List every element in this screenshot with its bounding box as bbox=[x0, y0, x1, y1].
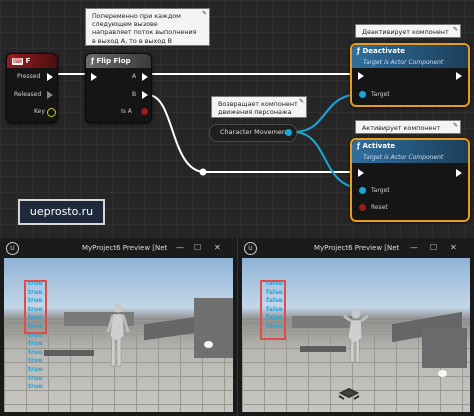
pin-label-is-a: Is A bbox=[121, 108, 132, 115]
comment-activate[interactable]: ✎ Активирует компонент bbox=[355, 120, 461, 134]
debug-line: true bbox=[28, 340, 43, 348]
debug-line: true bbox=[28, 357, 43, 365]
reroute-node bbox=[199, 168, 207, 176]
close-icon[interactable]: ✕ bbox=[450, 238, 457, 258]
deactivate-title: Deactivate bbox=[362, 47, 406, 55]
window-title: MyProject6 Preview [Net bbox=[82, 244, 168, 252]
pin-label-key: Key bbox=[34, 108, 45, 115]
comment-icon: ✎ bbox=[298, 98, 304, 105]
watermark-logo: ueprosto.ru bbox=[18, 199, 105, 225]
character-shadow bbox=[338, 387, 360, 400]
comment-line: движения персонажа bbox=[218, 108, 292, 117]
node-header: ⌨ F bbox=[7, 54, 57, 68]
activate-target-pin[interactable] bbox=[359, 187, 366, 194]
pressed-exec-pin[interactable] bbox=[47, 73, 53, 81]
comment-line: Возвращает компонент bbox=[218, 100, 298, 108]
step-block bbox=[300, 346, 346, 352]
flipflop-node[interactable]: ƒ Flip Flop A B Is A bbox=[85, 53, 152, 123]
activate-reset-pin[interactable] bbox=[359, 204, 366, 211]
unreal-logo-icon: U bbox=[6, 242, 19, 255]
released-exec-pin[interactable] bbox=[47, 91, 53, 99]
step-block bbox=[44, 350, 94, 356]
comment-line: следующем вызове bbox=[92, 20, 158, 29]
sphere-object bbox=[204, 341, 213, 348]
pin-label-released: Released bbox=[14, 91, 42, 98]
key-event-node[interactable]: ⌨ F Pressed Released Key bbox=[6, 53, 58, 123]
pin-label-b: B bbox=[132, 91, 137, 98]
deactivate-target-pin[interactable] bbox=[359, 91, 366, 98]
flipflop-title: Flip Flop bbox=[96, 57, 131, 65]
window-titlebar[interactable]: U MyProject6 Preview [Net — ☐ ✕ bbox=[238, 238, 474, 258]
comment-character-movement[interactable]: ✎ Возвращает компонент движения персонаж… bbox=[211, 96, 307, 118]
pin-label-reset: Reset bbox=[371, 204, 388, 211]
deactivate-exec-out-pin[interactable] bbox=[456, 72, 462, 80]
keyboard-icon: ⌨ bbox=[12, 58, 23, 65]
debug-line: true bbox=[28, 365, 43, 373]
flipflop-a-pin[interactable] bbox=[142, 73, 148, 81]
window-title: MyProject6 Preview [Net bbox=[314, 244, 400, 252]
comment-icon: ✎ bbox=[452, 26, 458, 33]
unreal-logo-icon: U bbox=[244, 242, 257, 255]
character-movement-label: Character Movement bbox=[220, 128, 289, 136]
debug-line: true bbox=[28, 374, 43, 382]
minimize-icon[interactable]: — bbox=[410, 238, 418, 258]
flipflop-exec-in-pin[interactable] bbox=[91, 73, 97, 81]
close-icon[interactable]: ✕ bbox=[214, 238, 221, 258]
deactivate-subtitle: Target is Actor Component bbox=[363, 59, 444, 66]
pin-label-target: Target bbox=[371, 91, 390, 98]
flipflop-b-pin[interactable] bbox=[142, 91, 148, 99]
wall-block bbox=[194, 298, 233, 358]
comment-line: Деактивирует компонент bbox=[362, 28, 449, 36]
comment-line: Попеременно при каждом bbox=[92, 12, 181, 20]
debug-line: true bbox=[28, 348, 43, 356]
preview-window-left[interactable]: U MyProject6 Preview [Net — ☐ ✕ true tru… bbox=[0, 238, 237, 416]
maximize-icon[interactable]: ☐ bbox=[194, 238, 201, 258]
character-movement-out-pin[interactable] bbox=[285, 129, 292, 136]
is-a-bool-pin[interactable] bbox=[141, 108, 148, 115]
character-movement-node[interactable]: Character Movement bbox=[209, 124, 297, 142]
comment-line: в выход А, то в выход В bbox=[92, 36, 172, 45]
comment-icon: ✎ bbox=[201, 10, 207, 17]
comment-icon: ✎ bbox=[452, 122, 458, 129]
comment-line: Активирует компонент bbox=[362, 124, 441, 132]
node-header: ƒ Deactivate Target is Actor Component bbox=[352, 45, 468, 68]
comment-deactivate[interactable]: ✎ Деактивирует компонент bbox=[355, 24, 461, 38]
mannequin-character bbox=[106, 303, 130, 367]
node-header: ƒ Flip Flop bbox=[86, 54, 151, 68]
mannequin-character-flying bbox=[343, 309, 369, 363]
window-titlebar[interactable]: U MyProject6 Preview [Net — ☐ ✕ bbox=[0, 238, 237, 258]
wall-block bbox=[422, 328, 467, 368]
deactivate-exec-in-pin[interactable] bbox=[358, 72, 364, 80]
activate-subtitle: Target is Actor Component bbox=[363, 154, 444, 161]
maximize-icon[interactable]: ☐ bbox=[430, 238, 437, 258]
sphere-object bbox=[438, 370, 447, 377]
debug-line: true bbox=[28, 383, 43, 391]
game-viewport[interactable]: false false false false false false bbox=[242, 258, 470, 412]
game-viewport[interactable]: true true true true true true true true … bbox=[4, 258, 233, 412]
key-struct-pin[interactable] bbox=[47, 108, 56, 117]
activate-exec-in-pin[interactable] bbox=[358, 169, 364, 177]
key-title: F bbox=[25, 57, 31, 65]
highlight-box bbox=[260, 280, 286, 340]
comment-line: направляет поток выполнения bbox=[92, 28, 197, 37]
highlight-box bbox=[24, 280, 47, 334]
activate-node[interactable]: ƒ Activate Target is Actor Component Tar… bbox=[350, 138, 470, 222]
pin-label-target: Target bbox=[371, 187, 390, 194]
deactivate-node[interactable]: ƒ Deactivate Target is Actor Component T… bbox=[350, 43, 470, 107]
blueprint-graph[interactable]: ✎ Попеременно при каждом следующем вызов… bbox=[0, 0, 474, 238]
pin-label-a: A bbox=[132, 73, 137, 80]
node-header: ƒ Activate Target is Actor Component bbox=[352, 140, 468, 163]
minimize-icon[interactable]: — bbox=[176, 238, 184, 258]
preview-window-right[interactable]: U MyProject6 Preview [Net — ☐ ✕ false fa… bbox=[237, 238, 474, 416]
comment-flipflop[interactable]: ✎ Попеременно при каждом следующем вызов… bbox=[85, 8, 210, 46]
activate-exec-out-pin[interactable] bbox=[456, 169, 462, 177]
pin-label-pressed: Pressed bbox=[17, 73, 41, 80]
activate-title: Activate bbox=[362, 142, 396, 150]
